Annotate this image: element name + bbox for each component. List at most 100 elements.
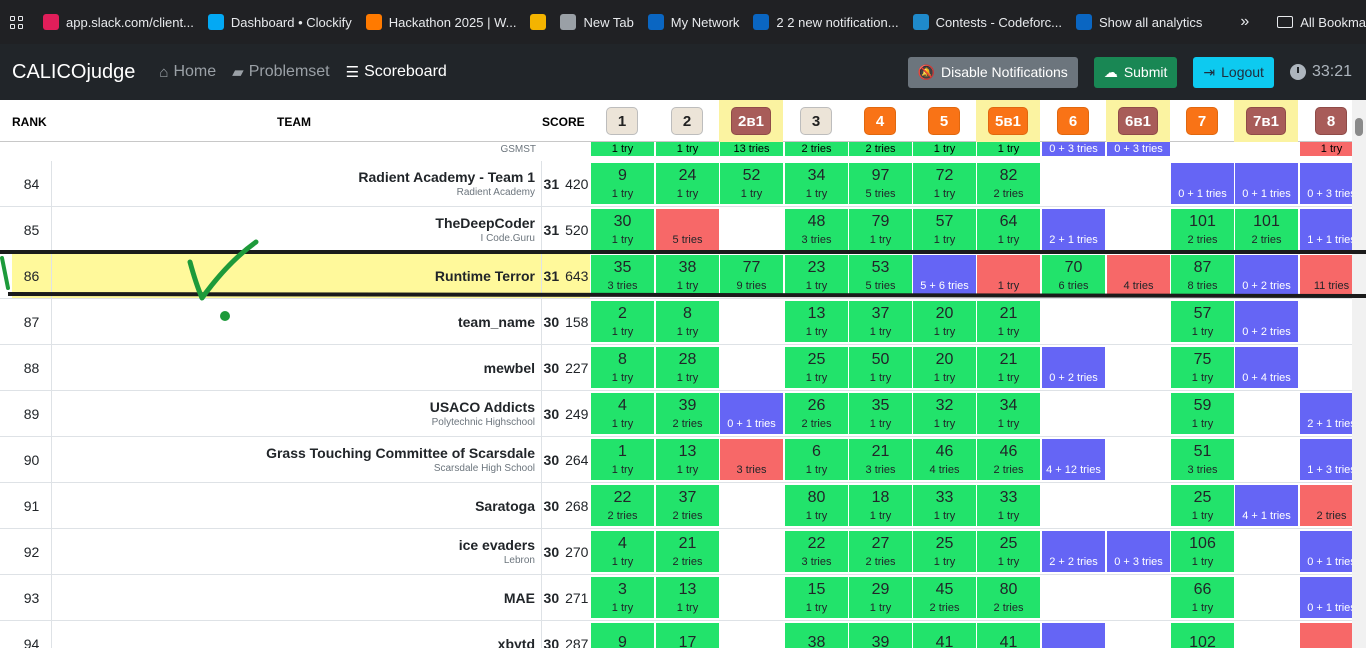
problem-badge[interactable]: 6 bbox=[1057, 107, 1089, 135]
bookmark-label: New Tab bbox=[583, 14, 634, 30]
problem-result-cell: 87 8 tries bbox=[1171, 255, 1234, 296]
problem-result-cell: 66 1 try bbox=[1171, 577, 1234, 618]
penalty-time: 158 bbox=[565, 313, 589, 330]
attempt-count: 1 try bbox=[869, 325, 892, 338]
bookmark-item[interactable]: Show all analytics bbox=[1076, 14, 1202, 30]
solve-time: 9 bbox=[618, 166, 627, 184]
bookmark-item[interactable]: Dashboard • Clockify bbox=[207, 14, 352, 30]
problem-column-header[interactable]: 2 bbox=[655, 100, 719, 142]
problem-result-cell: 79 1 try bbox=[849, 209, 912, 250]
solve-time: 80 bbox=[999, 580, 1018, 598]
attempt-count: 4 + 1 tries bbox=[1242, 509, 1291, 522]
problem-column-header[interactable]: 5 bbox=[912, 100, 976, 142]
problem-result-cell: 21 1 try bbox=[977, 347, 1040, 388]
problem-column-header[interactable]: 7в1 bbox=[1234, 100, 1298, 142]
bookmark-item[interactable]: New Tab bbox=[560, 14, 634, 30]
bookmark-item[interactable]: Contests - Codeforc... bbox=[912, 14, 1062, 30]
solve-time bbox=[1235, 167, 1298, 185]
attempt-count: 0 + 1 tries bbox=[1178, 187, 1227, 200]
attempt-count: 1 try bbox=[805, 371, 828, 384]
disable-notifications-button[interactable]: 🔕 Disable Notifications bbox=[907, 56, 1078, 88]
problem-result-cell: 64 1 try bbox=[977, 209, 1040, 250]
problem-badge[interactable]: 7в1 bbox=[1246, 107, 1286, 135]
problem-result-cell: 51 3 tries bbox=[1171, 439, 1234, 480]
bookmark-item[interactable] bbox=[530, 14, 547, 30]
team-affiliation: Polytechnic Highschool bbox=[431, 417, 535, 428]
attempt-count: 1 try bbox=[676, 601, 699, 614]
solve-time bbox=[1042, 443, 1105, 461]
attempt-count: 1 try bbox=[869, 233, 892, 246]
problem-badge[interactable]: 3 bbox=[800, 107, 832, 135]
problem-result-cell: 22 2 tries bbox=[591, 485, 654, 526]
problem-badge[interactable]: 7 bbox=[1186, 107, 1218, 135]
score-cell: 30 271 bbox=[542, 575, 590, 620]
problem-column-header[interactable]: 5в1 bbox=[976, 100, 1040, 142]
linkedin-icon bbox=[753, 14, 770, 30]
attempt-count: 1 try bbox=[740, 187, 763, 200]
problem-column-header[interactable]: 3 bbox=[784, 100, 848, 142]
brand-logo[interactable]: CALICOjudge bbox=[12, 61, 135, 84]
bookmark-label: Dashboard • Clockify bbox=[230, 14, 352, 30]
score-cell: 30 227 bbox=[542, 345, 590, 390]
apps-grid-icon[interactable] bbox=[10, 7, 23, 37]
score-header[interactable]: SCORE bbox=[542, 115, 585, 129]
problem-result-cell: 17 bbox=[656, 623, 719, 648]
attempt-count: 1 try bbox=[676, 463, 699, 476]
attempt-count: 0 + 4 tries bbox=[1242, 371, 1291, 384]
logout-button[interactable]: ⇥ Logout bbox=[1193, 56, 1274, 88]
problem-result-cell: 20 1 try bbox=[913, 347, 976, 388]
problem-result-cell: 25 1 try bbox=[785, 347, 848, 388]
problem-column-header[interactable]: 1 bbox=[590, 100, 654, 142]
bookmark-item[interactable]: 2 2 new notification... bbox=[753, 14, 899, 30]
bookmark-label: My Network bbox=[670, 14, 740, 30]
penalty-time: 271 bbox=[565, 589, 589, 606]
team-header[interactable]: TEAM bbox=[277, 115, 311, 129]
table-row: 84 Radient Academy - Team 1 Radient Academ… bbox=[0, 161, 1366, 207]
submit-button[interactable]: ☁ Submit bbox=[1093, 56, 1178, 88]
problem-badge[interactable]: 6в1 bbox=[1118, 107, 1158, 135]
problem-column-header[interactable]: 6в1 bbox=[1106, 100, 1170, 142]
problem-badge[interactable]: 5 bbox=[928, 107, 960, 135]
solve-time: 29 bbox=[871, 580, 890, 598]
nav-home[interactable]: ⌂ Home bbox=[159, 63, 216, 81]
all-bookmarks-button[interactable]: All Bookmarks bbox=[1277, 15, 1366, 30]
more-bookmarks-chevron-icon[interactable]: » bbox=[1240, 13, 1249, 31]
problem-badge[interactable]: 2в1 bbox=[731, 107, 771, 135]
scrollbar-thumb[interactable] bbox=[1355, 118, 1363, 136]
problem-column-header[interactable]: 2в1 bbox=[719, 100, 783, 142]
bookmark-item[interactable]: Hackathon 2025 | W... bbox=[365, 14, 516, 30]
solve-time: 32 bbox=[935, 396, 954, 414]
problem-column-header[interactable]: 7 bbox=[1170, 100, 1234, 142]
score-cell: 30 268 bbox=[542, 483, 590, 528]
team-cell: team_name bbox=[52, 299, 542, 344]
problem-column-header[interactable]: 4 bbox=[848, 100, 912, 142]
problem-result-cell: 20 1 try bbox=[913, 301, 976, 342]
page-scrollbar[interactable] bbox=[1352, 100, 1366, 648]
bookmark-item[interactable]: My Network bbox=[647, 14, 740, 30]
nav-scoreboard[interactable]: ☰ Scoreboard bbox=[346, 63, 447, 81]
solved-count: 30 bbox=[543, 359, 560, 376]
folder-icon bbox=[1277, 16, 1294, 28]
rank-header[interactable]: RANK bbox=[12, 115, 47, 129]
problem-result-cell: 0 + 1 tries bbox=[1171, 163, 1234, 204]
problem-result-cell: 13 1 try bbox=[656, 577, 719, 618]
score-cell: 31 643 bbox=[542, 253, 590, 298]
problem-badge[interactable]: 5в1 bbox=[988, 107, 1028, 135]
problem-badge[interactable]: 1 bbox=[606, 107, 638, 135]
problem-badge[interactable]: 8 bbox=[1315, 107, 1347, 135]
problem-result-cell: 2 tries bbox=[785, 142, 848, 156]
bookmark-item[interactable]: app.slack.com/client... bbox=[43, 14, 194, 30]
solve-time: 25 bbox=[807, 350, 826, 368]
problem-badge[interactable]: 4 bbox=[864, 107, 896, 135]
penalty-time: 264 bbox=[565, 451, 589, 468]
score-cell: 30 270 bbox=[542, 529, 590, 574]
problem-column-header[interactable]: 6 bbox=[1041, 100, 1105, 142]
attempt-count: 2 tries bbox=[865, 555, 896, 568]
solve-time: 23 bbox=[807, 258, 826, 276]
nav-problemset[interactable]: ▰ Problemset bbox=[232, 63, 329, 81]
table-row: 92 ice evaders Lebron 30 270 4 1 try 21 2 tries 2… bbox=[0, 529, 1366, 575]
problem-badge[interactable]: 2 bbox=[671, 107, 703, 135]
problem-result-cell: 23 1 try bbox=[785, 255, 848, 296]
solve-time: 17 bbox=[678, 633, 697, 648]
team-affiliation: Radient Academy bbox=[456, 187, 535, 198]
